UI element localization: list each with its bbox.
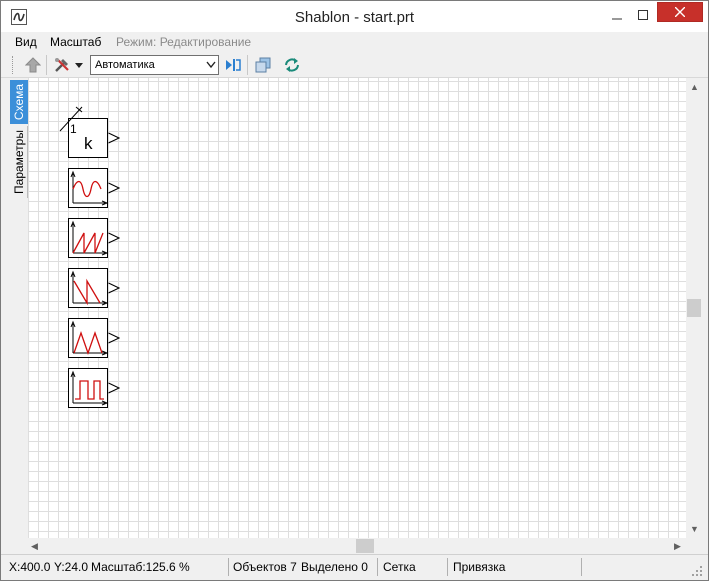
scroll-up-icon[interactable]: ▲ <box>690 82 699 92</box>
status-separator <box>228 558 229 576</box>
maximize-button[interactable] <box>630 2 656 28</box>
step-button[interactable] <box>222 55 244 75</box>
tools-button[interactable] <box>51 55 73 75</box>
toolbar-grip[interactable] <box>12 56 15 74</box>
mode-label: Режим: <box>116 35 157 49</box>
close-icon <box>675 7 685 17</box>
library-select-value: Автоматика <box>95 59 155 71</box>
library-select[interactable]: Автоматика <box>90 55 219 75</box>
copy-windows-icon <box>255 57 271 73</box>
tools-icon <box>55 58 69 72</box>
sawtooth-falling-output-port[interactable] <box>108 282 120 294</box>
refresh-button[interactable] <box>281 55 303 75</box>
up-arrow-icon <box>25 57 41 73</box>
maximize-icon <box>638 10 648 20</box>
status-snap-toggle[interactable]: Привязка <box>453 560 505 574</box>
status-separator <box>581 558 582 576</box>
triangle-generator-block[interactable] <box>68 318 109 358</box>
minimize-icon <box>612 18 622 20</box>
menu-bar: Вид Масштаб Режим: Редактирование <box>1 32 708 52</box>
title-bar[interactable]: Shablon - start.prt <box>1 1 708 32</box>
square-output-port[interactable] <box>108 382 120 394</box>
scroll-left-icon[interactable]: ◀ <box>31 541 38 552</box>
status-selected-count: Выделено 0 <box>301 560 368 574</box>
toolbar-separator <box>247 55 248 75</box>
sawtooth-rising-icon <box>70 220 109 256</box>
window-title: Shablon - start.prt <box>294 9 415 26</box>
scroll-right-icon[interactable]: ▶ <box>674 541 681 552</box>
status-x-coordinate: X:400.0 <box>9 560 51 574</box>
sawtooth-falling-block[interactable] <box>68 268 109 308</box>
tab-scheme[interactable]: Схема <box>10 80 28 124</box>
status-bar: X:400.0 Y:24.0 Масштаб:125.6 % Объектов … <box>1 554 708 580</box>
side-tabs: Схема Параметры <box>10 80 28 200</box>
chevron-down-icon <box>206 61 216 69</box>
sine-generator-block[interactable] <box>68 168 109 208</box>
tools-dropdown-button[interactable] <box>73 55 85 75</box>
refresh-icon <box>285 58 299 72</box>
up-button[interactable] <box>22 55 44 75</box>
sawtooth-falling-icon <box>70 270 109 306</box>
dropdown-arrow-icon <box>75 62 83 68</box>
status-separator <box>447 558 448 576</box>
gain-label: k <box>84 134 93 153</box>
vertical-scrollbar[interactable]: ▲ ▼ <box>686 78 703 538</box>
triangle-output-port[interactable] <box>108 332 120 344</box>
toolbar: Автоматика <box>1 52 708 78</box>
status-objects-count: Объектов 7 <box>233 560 297 574</box>
status-scale: Масштаб:125.6 % <box>91 560 190 574</box>
menu-view[interactable]: Вид <box>15 35 37 49</box>
gain-output-port[interactable] <box>108 132 120 144</box>
menu-scale[interactable]: Масштаб <box>50 35 101 49</box>
sawtooth-rising-block[interactable] <box>68 218 109 258</box>
sine-output-port[interactable] <box>108 182 120 194</box>
horizontal-scrollbar[interactable]: ◀ ▶ <box>28 538 686 554</box>
square-wave-icon <box>70 370 109 406</box>
tab-parameters[interactable]: Параметры <box>10 126 28 198</box>
step-icon <box>226 59 241 71</box>
mode-value: Редактирование <box>159 35 252 49</box>
close-button[interactable] <box>657 2 703 22</box>
status-y-coordinate: Y:24.0 <box>54 560 89 574</box>
schematic-canvas[interactable]: 1 k <box>28 78 686 538</box>
app-window: Shablon - start.prt Вид Масштаб Режим: Р… <box>0 0 709 581</box>
sawtooth-rising-output-port[interactable] <box>108 232 120 244</box>
resize-grip-icon[interactable] <box>691 565 703 577</box>
toolbar-separator <box>46 55 47 75</box>
tab-parameters-label: Параметры <box>11 130 26 194</box>
minimize-button[interactable] <box>604 2 630 28</box>
status-separator <box>377 558 378 576</box>
mode-indicator: Режим: Редактирование <box>116 35 251 49</box>
tab-scheme-label: Схема <box>12 83 27 121</box>
triangle-wave-icon <box>70 320 109 356</box>
horizontal-scroll-thumb[interactable] <box>356 539 374 553</box>
square-pulse-block[interactable] <box>68 368 109 408</box>
status-grid-toggle[interactable]: Сетка <box>383 560 416 574</box>
scroll-down-icon[interactable]: ▼ <box>690 524 699 534</box>
windows-button[interactable] <box>252 55 274 75</box>
vertical-scroll-thumb[interactable] <box>687 299 701 317</box>
sine-wave-icon <box>70 170 109 206</box>
gain-marker-line <box>59 106 83 132</box>
